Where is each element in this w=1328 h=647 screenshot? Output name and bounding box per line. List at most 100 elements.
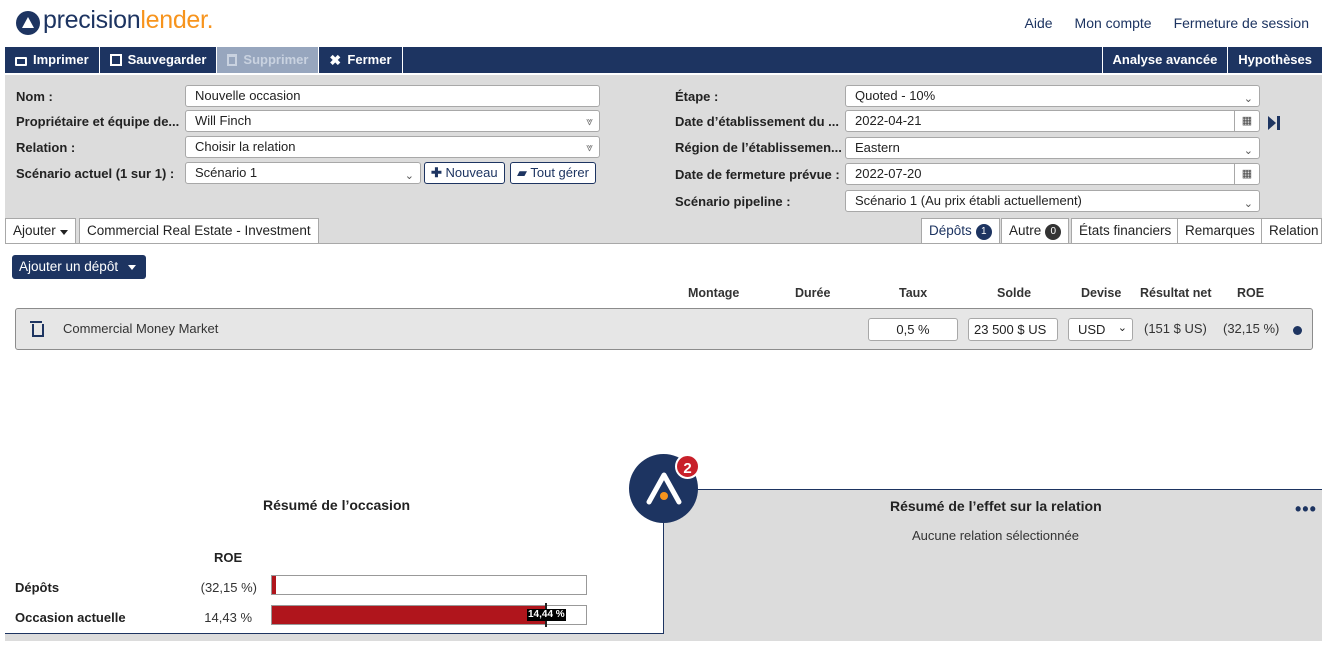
chevron-down-icon: ⌄ [1243, 145, 1253, 157]
top-bar: precisionlender. Aide Mon compte Fermetu… [0, 0, 1328, 44]
roe-bar: 14,44 % [271, 603, 587, 627]
tab-financials[interactable]: États financiers [1071, 218, 1180, 243]
tab-product[interactable]: Commercial Real Estate - Investment [79, 218, 319, 243]
col-montage: Montage [688, 286, 740, 300]
table-row: Commercial Money Market 0,5 % 23 500 $ U… [15, 308, 1313, 350]
double-chevron-icon: ⩔ [586, 114, 593, 128]
chevron-down-icon: ⌄ [1117, 322, 1127, 334]
add-tab[interactable]: Ajouter [5, 218, 76, 243]
chevron-down-icon: ⌄ [1243, 93, 1253, 105]
logo-text-part2: lender. [140, 6, 214, 34]
close-date-label: Date de fermeture prévue : [675, 167, 840, 182]
toolbar: Imprimer Sauvegarder Supprimer ✖ Fermer A… [5, 47, 1322, 73]
owner-select[interactable]: Will Finch ⩔ [185, 110, 600, 132]
double-chevron-icon: ⩔ [586, 140, 593, 154]
balance-input[interactable]: 23 500 $ US [968, 318, 1058, 341]
scenario-select[interactable]: Scénario 1 ⌄ [185, 162, 421, 184]
add-deposit-button[interactable]: Ajouter un dépôt [12, 255, 147, 279]
account-link[interactable]: Mon compte [1075, 15, 1152, 31]
close-date-value: 2022-07-20 [855, 166, 922, 181]
calendar-icon[interactable]: ▦ [1234, 164, 1259, 184]
summary-row-value: (32,15 %) [200, 580, 257, 595]
roe-bar [271, 575, 587, 595]
logo[interactable]: precisionlender. [16, 6, 214, 35]
relation-summary-panel: Résumé de l’effet sur la relation Aucune… [664, 489, 1322, 641]
caret-down-icon [128, 264, 137, 270]
opportunity-summary-panel: Résumé de l’occasion ROE Dépôts (32,15 %… [5, 491, 664, 634]
close-button[interactable]: ✖ Fermer [319, 47, 403, 73]
logout-link[interactable]: Fermeture de session [1174, 15, 1309, 31]
tab-deposits-label: Dépôts [929, 223, 972, 238]
relation-summary-title: Résumé de l’effet sur la relation [890, 498, 1102, 514]
chevron-down-icon: ⌄ [404, 170, 414, 182]
calendar-icon[interactable]: ▦ [1234, 111, 1259, 131]
summary-row-value: 14,43 % [204, 610, 252, 625]
opportunity-summary-title: Résumé de l’occasion [263, 497, 411, 513]
add-tab-label: Ajouter [13, 223, 56, 238]
manage-all-button[interactable]: ▰ Tout gérer [510, 162, 596, 184]
tab-other[interactable]: Autre 0 [1001, 218, 1070, 243]
relation-value: Choisir la relation [195, 139, 296, 154]
close-date-field[interactable]: 2022-07-20 ▦ [845, 163, 1260, 185]
col-net: Résultat net [1140, 286, 1212, 300]
close-icon: ✖ [329, 52, 342, 68]
caret-down-icon [59, 230, 68, 235]
col-duree: Durée [795, 286, 831, 300]
notification-badge: 2 [675, 454, 700, 479]
net-result: (151 $ US) [1144, 321, 1207, 336]
establishment-date-label: Date d’établissement du ... [675, 114, 839, 129]
trash-icon [227, 54, 238, 66]
folder-icon: ▰ [517, 165, 531, 180]
help-link[interactable]: Aide [1025, 15, 1053, 31]
print-button[interactable]: Imprimer [5, 47, 100, 73]
trash-icon[interactable] [30, 321, 44, 337]
close-label: Fermer [347, 52, 392, 67]
target-marker-label: 14,44 % [527, 609, 566, 621]
roe-header: ROE [214, 550, 243, 565]
tab-divider [5, 243, 1322, 244]
name-field[interactable]: Nouvelle occasion [185, 85, 600, 107]
stage-value: Quoted - 10% [855, 88, 936, 103]
no-relation-text: Aucune relation sélectionnée [912, 528, 1079, 543]
rate-input[interactable]: 0,5 % [868, 318, 958, 341]
print-icon [15, 56, 27, 66]
tab-relation[interactable]: Relation [1261, 218, 1322, 243]
roe-bar-fill [272, 606, 547, 624]
region-label: Région de l’établissemen... [675, 140, 842, 155]
pipeline-label: Scénario pipeline : [675, 194, 791, 209]
other-count-badge: 0 [1045, 224, 1062, 240]
relation-select[interactable]: Choisir la relation ⩔ [185, 136, 600, 158]
bottom-strip [5, 634, 664, 641]
tab-other-label: Autre [1009, 223, 1042, 238]
assumptions-button[interactable]: Hypothèses [1227, 47, 1322, 73]
save-button[interactable]: Sauvegarder [100, 47, 218, 73]
add-deposit-label: Ajouter un dépôt [19, 259, 119, 274]
establishment-date-field[interactable]: 2022-04-21 ▦ [845, 110, 1260, 132]
pipeline-select[interactable]: Scénario 1 (Au prix établi actuellement)… [845, 190, 1260, 212]
pipeline-value: Scénario 1 (Au prix établi actuellement) [855, 193, 1082, 208]
delete-button[interactable]: Supprimer [217, 47, 320, 73]
currency-select[interactable]: USD ⌄ [1068, 318, 1133, 341]
col-roe: ROE [1237, 286, 1265, 300]
new-scenario-button[interactable]: ✚ Nouveau [424, 162, 505, 184]
chevron-down-icon: ⌄ [1243, 198, 1253, 210]
more-options-icon[interactable]: ••• [1295, 499, 1317, 520]
plus-icon: ✚ [431, 165, 446, 180]
deposit-name: Commercial Money Market [63, 321, 219, 336]
row-roe: (32,15 %) [1223, 321, 1280, 336]
stage-select[interactable]: Quoted - 10% ⌄ [845, 85, 1260, 107]
tab-deposits[interactable]: Dépôts 1 [921, 218, 1000, 244]
save-label: Sauvegarder [127, 52, 207, 67]
scenario-value: Scénario 1 [195, 165, 258, 180]
skip-next-icon[interactable] [1268, 116, 1280, 130]
summary-row-label: Occasion actuelle [15, 610, 126, 625]
currency-value: USD [1078, 322, 1106, 337]
roe-bar-fill [272, 576, 276, 594]
top-links: Aide Mon compte Fermeture de session [1025, 15, 1309, 31]
region-select[interactable]: Eastern ⌄ [845, 137, 1260, 159]
tab-notes[interactable]: Remarques [1177, 218, 1263, 243]
scenario-label: Scénario actuel (1 sur 1) : [16, 166, 175, 181]
status-dot [1293, 326, 1302, 335]
advanced-analysis-button[interactable]: Analyse avancée [1101, 47, 1228, 73]
logo-icon [16, 10, 40, 35]
